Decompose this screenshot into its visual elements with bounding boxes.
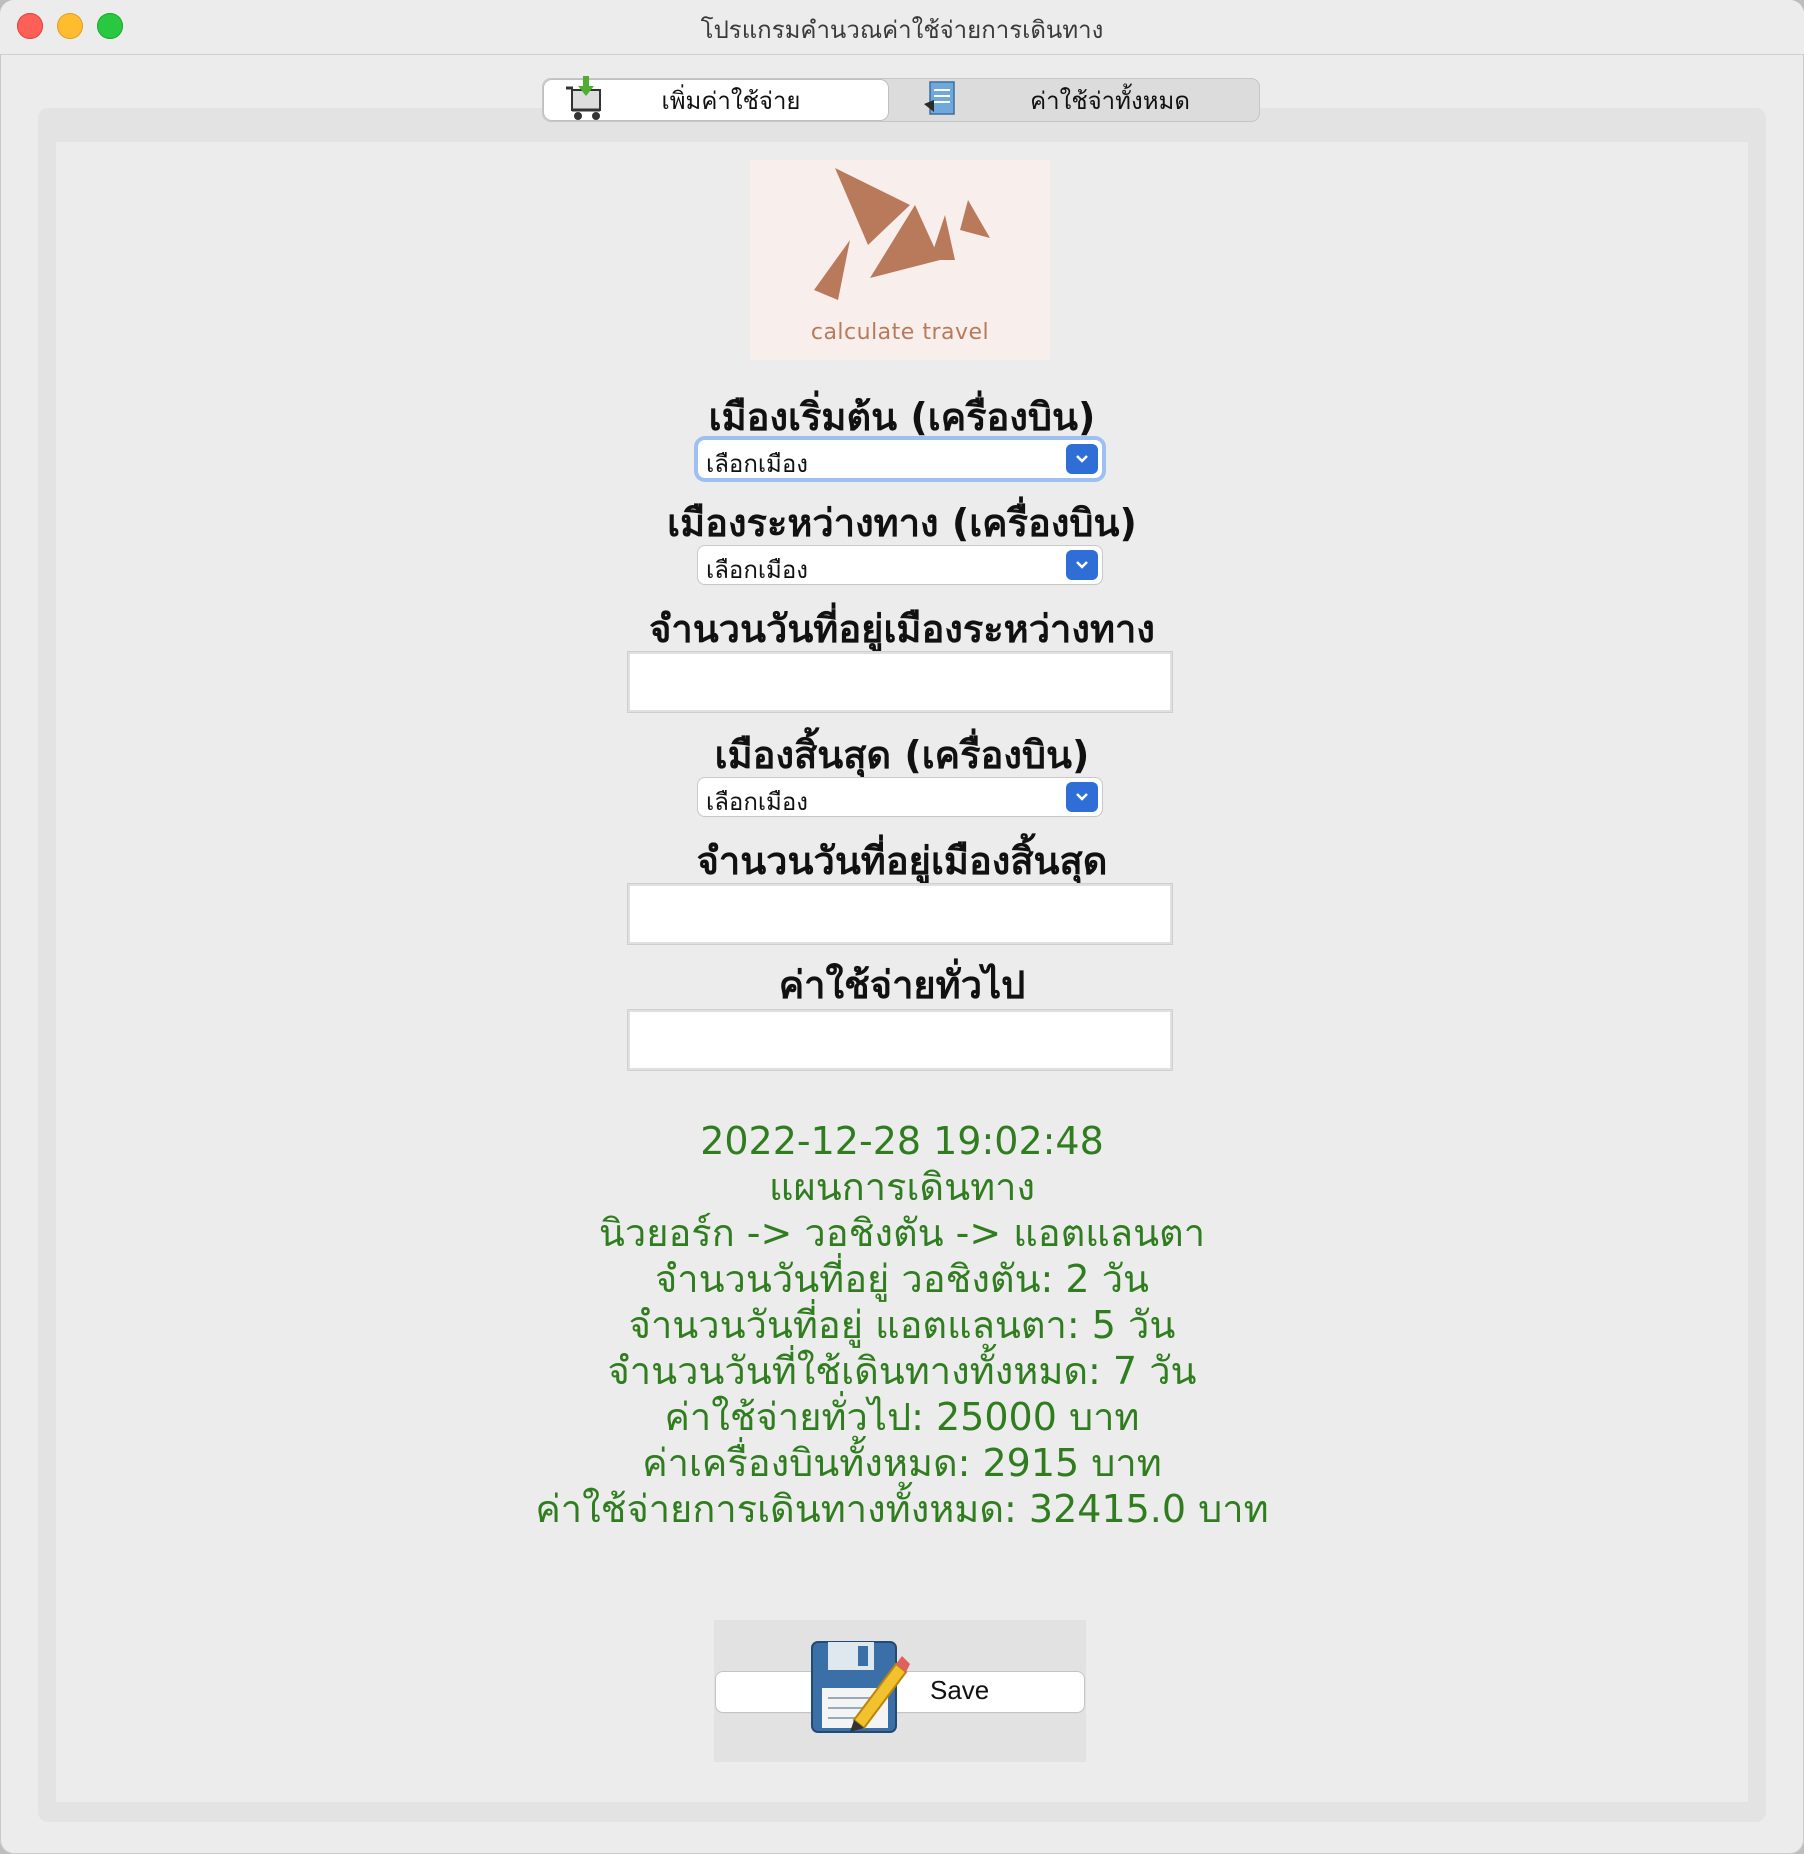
window-title: โปรแกรมคำนวณค่าใช้จ่ายการเดินทาง (700, 16, 1104, 44)
summary-total-cost: ค่าใช้จ่ายการเดินทางทั้งหมด: 32415.0 บาท (535, 1487, 1269, 1531)
general-expense-label: ค่าใช้จ่ายทั่วไป (778, 963, 1026, 1007)
chevron-down-icon (1066, 550, 1098, 580)
start-city-label: เมืองเริ่มต้น (เครื่องบิน) (708, 395, 1096, 439)
origami-bird-logo (814, 168, 990, 300)
transit-city-value: เลือกเมือง (706, 556, 809, 584)
summary-end-days: จำนวนวันที่อยู่ แอตแลนตา: 5 วัน (628, 1303, 1176, 1347)
general-expense-input[interactable] (630, 1012, 1170, 1068)
summary-route: นิวยอร์ก -> วอชิงตัน -> แอตแลนตา (598, 1211, 1206, 1255)
transit-city-label: เมืองระหว่างทาง (เครื่องบิน) (667, 501, 1137, 545)
start-city-value: เลือกเมือง (706, 450, 809, 478)
summary-heading: แผนการเดินทาง (768, 1165, 1036, 1209)
tab-add-expense[interactable]: เพิ่มค่าใช้จ่าย (544, 76, 888, 120)
end-city-label: เมืองสิ้นสุด (เครื่องบิน) (714, 733, 1090, 777)
start-city-select[interactable]: เลือกเมือง (698, 440, 1102, 478)
end-city-value: เลือกเมือง (706, 788, 809, 816)
tab-add-expense-label: เพิ่มค่าใช้จ่าย (661, 86, 801, 115)
floppy-disk-edit-icon (811, 1641, 910, 1733)
end-days-label: จำนวนวันที่อยู่เมืองสิ้นสุด (696, 839, 1108, 883)
transit-days-label: จำนวนวันที่อยู่เมืองระหว่างทาง (649, 607, 1155, 651)
app-window: โปรแกรมคำนวณค่าใช้จ่ายการเดินทาง เพิ่มค่… (0, 0, 1804, 1854)
summary-flight-cost: ค่าเครื่องบินทั้งหมด: 2915 บาท (642, 1441, 1162, 1485)
summary-timestamp: 2022-12-28 19:02:48 (700, 1119, 1104, 1163)
logo-text: calculate travel (810, 320, 990, 345)
travel-summary: 2022-12-28 19:02:48 แผนการเดินทาง นิวยอร… (0, 1118, 1804, 1532)
tab-all-expenses[interactable]: ค่าใช้จ่าทั้งหมด (892, 80, 1258, 120)
summary-general-expense: ค่าใช้จ่ายทั่วไป: 25000 บาท (664, 1395, 1140, 1439)
chevron-down-icon (1066, 444, 1098, 474)
chevron-down-icon (1066, 782, 1098, 812)
summary-transit-days: จำนวนวันที่อยู่ วอชิงตัน: 2 วัน (654, 1257, 1150, 1301)
end-city-select[interactable]: เลือกเมือง (698, 778, 1102, 816)
tab-all-expenses-label: ค่าใช้จ่าทั้งหมด (1030, 86, 1190, 115)
save-button-label: Save (930, 1675, 990, 1705)
app-logo: calculate travel (750, 160, 1050, 360)
transit-city-select[interactable]: เลือกเมือง (698, 546, 1102, 584)
end-days-input[interactable] (630, 886, 1170, 942)
summary-total-days: จำนวนวันที่ใช้เดินทางทั้งหมด: 7 วัน (607, 1349, 1197, 1393)
transit-days-input[interactable] (630, 654, 1170, 710)
title-bar: โปรแกรมคำนวณค่าใช้จ่ายการเดินทาง (0, 0, 1804, 55)
tab-bar: เพิ่มค่าใช้จ่าย ค่าใช้จ่าทั้งหมด (542, 76, 1260, 122)
